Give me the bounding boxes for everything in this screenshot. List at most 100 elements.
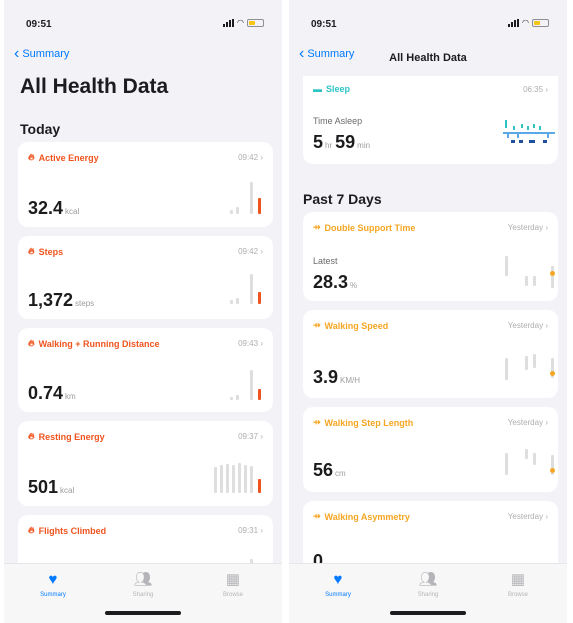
card-unit: cm — [335, 469, 346, 478]
tab-browse[interactable]: ▦ Browse — [193, 571, 273, 599]
tab-browse[interactable]: ▦ Browse — [478, 571, 558, 599]
sleep-stage-chart — [503, 120, 555, 143]
card-label: Active Energy — [38, 152, 99, 163]
tab-label: Sharing — [132, 592, 154, 598]
card-steps[interactable]: 🔥︎ Steps 09:42 › 1,372 steps — [18, 236, 273, 319]
card-unit: KM/H — [340, 376, 361, 385]
flame-icon: 🔥︎ — [28, 246, 35, 256]
card-unit: km — [65, 392, 76, 401]
walking-icon: ⇸ — [313, 222, 321, 232]
chevron-right-icon: › — [260, 432, 263, 441]
wifi-icon: ◠ — [522, 18, 529, 27]
cellular-signal-icon — [508, 19, 520, 27]
status-icons: ◠ — [223, 19, 264, 27]
sleep-minutes: 59 — [335, 132, 356, 152]
status-bar: 09:51 ◠ — [4, 0, 282, 40]
phone-right-screen: 09:51 ◠ ‹ Summary All Health Data ▬ Sleep… — [289, 0, 567, 623]
card-sleep[interactable]: ▬ Sleep 06:35 › Time Asleep 5 hr 59 min — [303, 76, 558, 164]
card-value: 0.74 — [28, 383, 64, 403]
status-time: 09:51 — [26, 19, 52, 30]
mini-chart — [228, 368, 268, 400]
status-icons: ◠ — [508, 19, 549, 27]
status-bar: 09:51 ◠ — [289, 0, 567, 40]
card-value: 501 — [28, 477, 59, 497]
tab-bar: ♥ Summary 👥︎ Sharing ▦ Browse — [4, 563, 282, 623]
card-label: Steps — [38, 246, 64, 257]
back-button[interactable]: ‹ Summary — [14, 46, 70, 62]
tab-label: Summary — [325, 592, 351, 598]
wifi-icon: ◠ — [237, 18, 244, 27]
tab-sharing[interactable]: 👥︎ Sharing — [388, 571, 468, 599]
chevron-right-icon: › — [260, 153, 263, 162]
tab-label: Summary — [40, 592, 66, 598]
card-unit: kcal — [65, 207, 80, 216]
mini-chart — [503, 256, 555, 290]
phone-left-screen: 09:51 ◠ ‹ Summary All Health Data Today … — [4, 0, 282, 623]
tab-bar: ♥ Summary 👥︎ Sharing ▦ Browse — [289, 563, 567, 623]
cellular-signal-icon — [223, 19, 235, 27]
chevron-right-icon: › — [260, 339, 263, 348]
bed-icon: ▬ — [313, 84, 322, 94]
card-sub: Time Asleep — [313, 116, 363, 126]
card-unit: steps — [75, 299, 95, 308]
card-resting-energy[interactable]: 🔥︎ Resting Energy 09:37 › 501 kcal — [18, 421, 273, 506]
card-label: Double Support Time — [324, 222, 416, 233]
tab-sharing[interactable]: 👥︎ Sharing — [103, 572, 183, 599]
walking-icon: ⇸ — [313, 417, 321, 427]
battery-icon — [247, 19, 264, 27]
flame-icon: 🔥︎ — [28, 338, 35, 348]
mini-chart — [503, 350, 555, 384]
card-label: Walking + Running Distance — [38, 338, 160, 349]
card-label: Walking Speed — [324, 320, 389, 331]
mini-chart — [212, 461, 268, 493]
home-indicator — [105, 611, 181, 615]
card-time: Yesterday — [507, 223, 544, 232]
tab-label: Sharing — [417, 592, 439, 598]
card-time: 06:35 — [523, 84, 544, 94]
card-walking-running-distance[interactable]: 🔥︎ Walking + Running Distance 09:43 › 0.7… — [18, 328, 273, 412]
card-sub: Latest — [313, 256, 338, 266]
chevron-right-icon: › — [545, 321, 548, 330]
tab-summary[interactable]: ♥ Summary — [13, 571, 93, 599]
people-icon: 👥︎ — [418, 571, 438, 588]
flame-icon: 🔥︎ — [28, 525, 35, 535]
chevron-right-icon: › — [545, 512, 548, 521]
card-unit: % — [350, 281, 358, 290]
card-time: 09:42 — [238, 247, 259, 256]
sleep-hours: 5 — [313, 132, 324, 152]
card-double-support-time[interactable]: ⇸ Double Support Time Yesterday › Latest … — [303, 212, 558, 301]
card-active-energy[interactable]: 🔥︎ Active Energy 09:42 › 32.4 kcal — [18, 142, 273, 227]
tab-summary[interactable]: ♥ Summary — [298, 571, 378, 599]
mini-chart — [503, 445, 555, 479]
chevron-right-icon: › — [260, 526, 263, 535]
card-time: 09:37 — [238, 432, 259, 441]
home-indicator — [390, 611, 466, 615]
card-time: Yesterday — [507, 321, 544, 330]
walking-icon: ⇸ — [313, 511, 321, 521]
chevron-right-icon: › — [545, 84, 548, 94]
grid-icon: ▦ — [225, 571, 241, 588]
card-value: 28.3 — [313, 272, 349, 292]
heart-icon: ♥ — [333, 571, 343, 588]
tab-label: Browse — [507, 592, 528, 598]
section-title-today: Today — [20, 121, 61, 137]
card-label: Resting Energy — [38, 431, 105, 442]
walking-icon: ⇸ — [313, 320, 321, 330]
card-walking-step-length[interactable]: ⇸ Walking Step Length Yesterday › 56 cm — [303, 407, 558, 492]
card-label: Walking Asymmetry — [324, 511, 410, 522]
sleep-minutes-unit: min — [357, 141, 371, 150]
page-title: All Health Data — [20, 75, 169, 98]
heart-icon: ♥ — [48, 571, 58, 588]
flame-icon: 🔥︎ — [28, 152, 35, 162]
chevron-right-icon: › — [545, 223, 548, 232]
card-value: 1,372 — [28, 290, 74, 310]
back-label: Summary — [22, 48, 70, 60]
chevron-right-icon: › — [545, 418, 548, 427]
grid-icon: ▦ — [510, 571, 526, 588]
mini-chart — [228, 182, 268, 214]
card-label: Walking Step Length — [324, 417, 414, 428]
battery-icon — [532, 19, 549, 27]
card-label: Sleep — [326, 84, 351, 94]
card-time: 09:43 — [238, 339, 259, 348]
card-walking-speed[interactable]: ⇸ Walking Speed Yesterday › 3.9 KM/H — [303, 310, 558, 398]
